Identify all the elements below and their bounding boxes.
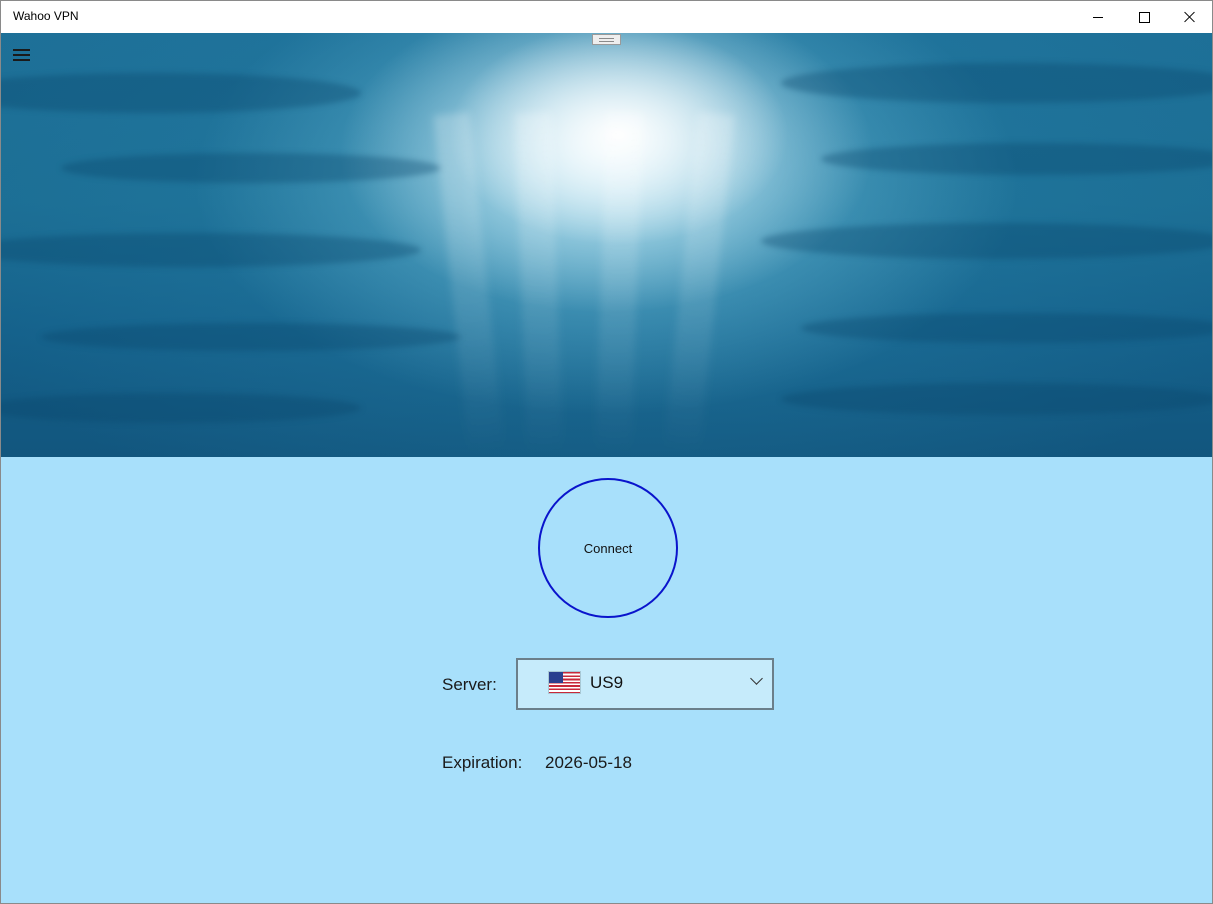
wave-shape [801,313,1212,343]
light-ray [595,112,643,454]
wave-shape [1,233,421,267]
title-bar: Wahoo VPN [1,1,1212,33]
wave-shape [821,143,1212,175]
wave-shape [1,73,361,113]
resize-grip-icon[interactable] [592,34,621,45]
us-flag-icon [549,672,580,693]
minimize-icon [1093,16,1103,18]
flag-canton [549,672,563,683]
server-selected-value: US9 [590,673,624,692]
wave-shape [1,393,361,423]
app-window: Wahoo VPN Connect Server: US9 Expiration… [0,0,1213,904]
wave-shape [781,383,1212,415]
server-dropdown[interactable]: US9 [516,658,774,710]
light-ray [433,112,505,454]
light-ray [663,112,735,454]
server-label: Server: [442,675,497,694]
light-ray [515,112,563,454]
wave-shape [61,153,441,183]
wave-shape [761,223,1212,259]
hero-underwater-image [1,33,1212,457]
minimize-button[interactable] [1075,1,1121,33]
connect-button[interactable]: Connect [538,478,678,618]
menu-line [13,59,30,61]
menu-line [13,49,30,51]
maximize-button[interactable] [1121,1,1167,33]
window-title: Wahoo VPN [13,9,79,23]
maximize-icon [1138,11,1150,23]
close-button[interactable] [1167,1,1212,33]
hamburger-menu-icon[interactable] [13,49,31,61]
close-icon [1184,11,1196,23]
wave-shape [41,323,461,351]
chevron-down-icon [751,674,761,684]
wave-shape [781,63,1212,103]
expiration-value: 2026-05-18 [545,753,632,772]
expiration-label: Expiration: [442,753,523,772]
connect-label: Connect [583,540,633,556]
menu-line [13,54,30,56]
